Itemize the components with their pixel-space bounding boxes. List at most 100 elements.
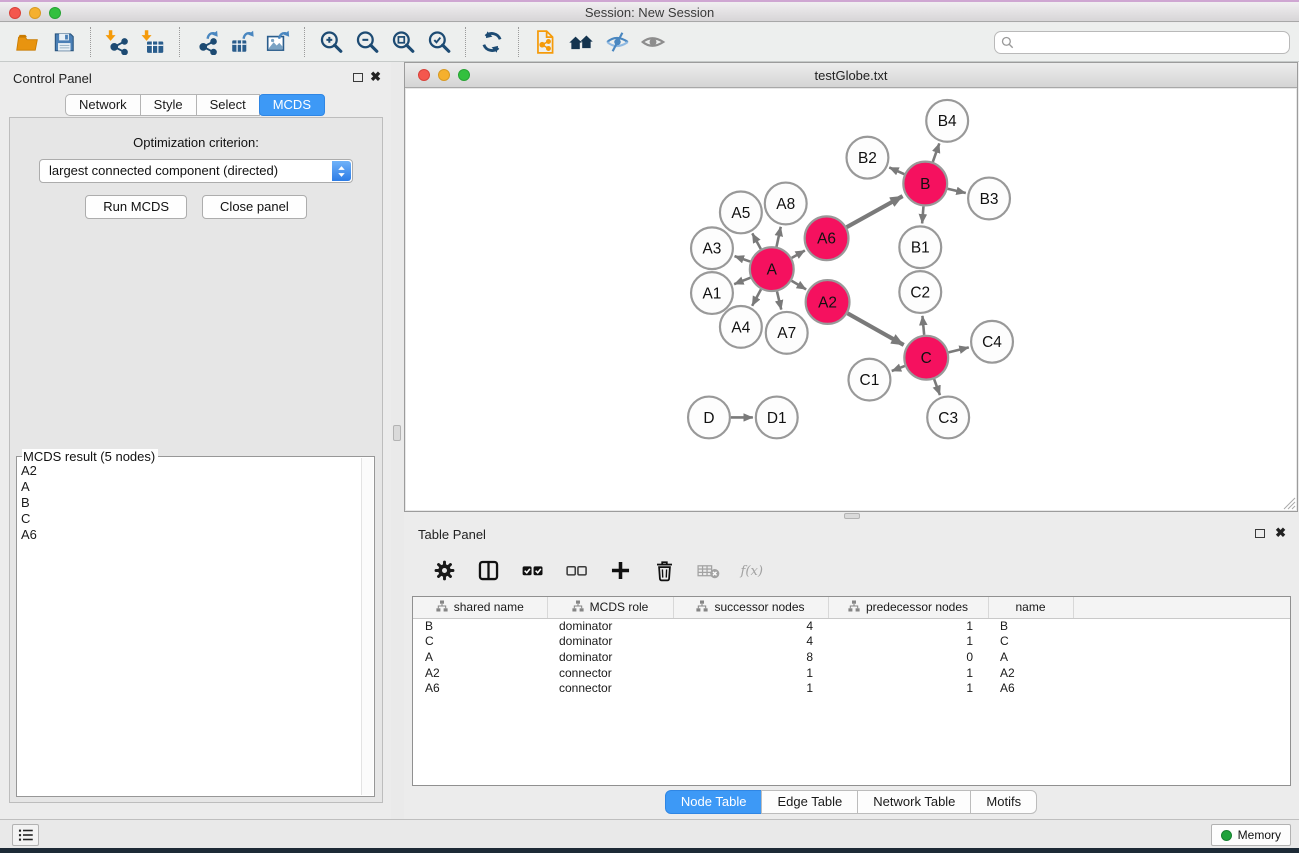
zoom-fit-icon[interactable]: [385, 26, 421, 58]
node-B3[interactable]: B3: [968, 178, 1010, 220]
mcds-result-item[interactable]: B: [21, 495, 360, 511]
table-row[interactable]: A6connector11A6: [413, 680, 1290, 696]
node-A[interactable]: A: [750, 247, 794, 291]
node-B1[interactable]: B1: [899, 226, 941, 268]
table-panel-divider[interactable]: [404, 512, 1299, 520]
network-file-icon[interactable]: [527, 26, 563, 58]
float-panel-icon[interactable]: [353, 73, 363, 82]
edge-B-B2[interactable]: [889, 167, 904, 174]
export-network-icon[interactable]: [188, 26, 224, 58]
table-cell[interactable]: 4: [673, 618, 828, 634]
edge-A-A5[interactable]: [752, 233, 761, 249]
result-scrollbar[interactable]: [361, 458, 373, 795]
table-row[interactable]: A2connector11A2: [413, 665, 1290, 681]
table-close-icon[interactable]: ✖: [1275, 526, 1286, 539]
save-icon[interactable]: [46, 26, 82, 58]
search-field[interactable]: [994, 31, 1290, 54]
table-cell[interactable]: connector: [547, 680, 673, 696]
add-column-icon[interactable]: [606, 557, 634, 583]
table-cell[interactable]: C: [413, 634, 547, 650]
table-cell[interactable]: 1: [828, 618, 988, 634]
edge-A6-B[interactable]: [847, 196, 903, 227]
tab-node-table[interactable]: Node Table: [665, 790, 763, 814]
show-columns-icon[interactable]: [474, 557, 502, 583]
memory-button[interactable]: Memory: [1211, 824, 1291, 846]
edge-A-A4[interactable]: [752, 289, 761, 305]
zoom-in-icon[interactable]: [313, 26, 349, 58]
tab-edge-table[interactable]: Edge Table: [761, 790, 858, 814]
zoom-selected-icon[interactable]: [421, 26, 457, 58]
table-cell[interactable]: dominator: [547, 634, 673, 650]
node-A4[interactable]: A4: [720, 306, 762, 348]
edge-B-B1[interactable]: [922, 206, 923, 223]
table-row[interactable]: Bdominator41B: [413, 618, 1290, 634]
network-canvas[interactable]: AA1A2A3A4A5A6A7A8BB1B2B3B4CC1C2C3C4DD1: [406, 89, 1296, 510]
close-panel-button[interactable]: Close panel: [202, 195, 307, 219]
zoom-out-icon[interactable]: [349, 26, 385, 58]
edge-B-B3[interactable]: [948, 189, 966, 193]
edge-A-A8[interactable]: [777, 227, 781, 247]
tab-select[interactable]: Select: [196, 94, 260, 116]
hide-panel-icon[interactable]: [599, 26, 635, 58]
table-cell[interactable]: B: [413, 618, 547, 634]
edge-A-A7[interactable]: [777, 291, 781, 309]
table-float-icon[interactable]: [1255, 529, 1265, 538]
tab-network-table[interactable]: Network Table: [857, 790, 971, 814]
select-all-icon[interactable]: [518, 557, 546, 583]
import-network-icon[interactable]: [99, 26, 135, 58]
run-mcds-button[interactable]: Run MCDS: [85, 195, 187, 219]
node-C3[interactable]: C3: [927, 397, 969, 439]
node-B[interactable]: B: [903, 162, 947, 206]
table-cell[interactable]: B: [988, 618, 1073, 634]
node-B2[interactable]: B2: [847, 137, 889, 179]
open-folder-icon[interactable]: [10, 26, 46, 58]
tab-style[interactable]: Style: [140, 94, 197, 116]
edge-A-A1[interactable]: [734, 278, 750, 285]
table-cell[interactable]: dominator: [547, 649, 673, 665]
network-graph[interactable]: AA1A2A3A4A5A6A7A8BB1B2B3B4CC1C2C3C4DD1: [406, 89, 1296, 510]
home-icon[interactable]: [563, 26, 599, 58]
search-input[interactable]: [1018, 34, 1289, 52]
mcds-result-item[interactable]: A6: [21, 527, 360, 543]
node-B4[interactable]: B4: [926, 100, 968, 142]
table-cell[interactable]: 1: [828, 665, 988, 681]
column-header-mcds-role[interactable]: MCDS role: [547, 597, 673, 618]
table-cell[interactable]: A6: [988, 680, 1073, 696]
table-cell[interactable]: 0: [828, 649, 988, 665]
node-A5[interactable]: A5: [720, 192, 762, 234]
task-history-button[interactable]: [12, 824, 39, 846]
table-cell[interactable]: 4: [673, 634, 828, 650]
node-C4[interactable]: C4: [971, 321, 1013, 363]
node-A3[interactable]: A3: [691, 227, 733, 269]
table-cell[interactable]: A2: [988, 665, 1073, 681]
edge-A-A3[interactable]: [735, 256, 751, 261]
table-cell[interactable]: A6: [413, 680, 547, 696]
criterion-dropdown[interactable]: largest connected component (directed): [39, 159, 353, 183]
delete-column-icon[interactable]: [650, 557, 678, 583]
node-C[interactable]: C: [904, 336, 948, 380]
node-A1[interactable]: A1: [691, 272, 733, 314]
table-cell[interactable]: A: [413, 649, 547, 665]
table-row[interactable]: Cdominator41C: [413, 634, 1290, 650]
node-A6[interactable]: A6: [805, 216, 849, 260]
node-C2[interactable]: C2: [899, 271, 941, 313]
divider-grip[interactable]: [393, 425, 401, 441]
tab-motifs[interactable]: Motifs: [970, 790, 1037, 814]
edge-A2-C[interactable]: [848, 313, 904, 345]
table-cell[interactable]: A2: [413, 665, 547, 681]
mcds-result-item[interactable]: A: [21, 479, 360, 495]
tab-mcds[interactable]: MCDS: [259, 94, 325, 116]
edge-B-B4[interactable]: [933, 143, 939, 162]
settings-icon[interactable]: [430, 557, 458, 583]
table-cell[interactable]: A: [988, 649, 1073, 665]
table-cell[interactable]: 8: [673, 649, 828, 665]
mcds-result-item[interactable]: A2: [21, 463, 360, 479]
tab-network[interactable]: Network: [65, 94, 141, 116]
table-cell[interactable]: dominator: [547, 618, 673, 634]
table-cell[interactable]: 1: [828, 680, 988, 696]
table-cell[interactable]: 1: [828, 634, 988, 650]
edge-C-C2[interactable]: [922, 316, 924, 335]
node-A7[interactable]: A7: [766, 312, 808, 354]
resize-grip-icon[interactable]: [1281, 495, 1296, 510]
export-table-icon[interactable]: [224, 26, 260, 58]
